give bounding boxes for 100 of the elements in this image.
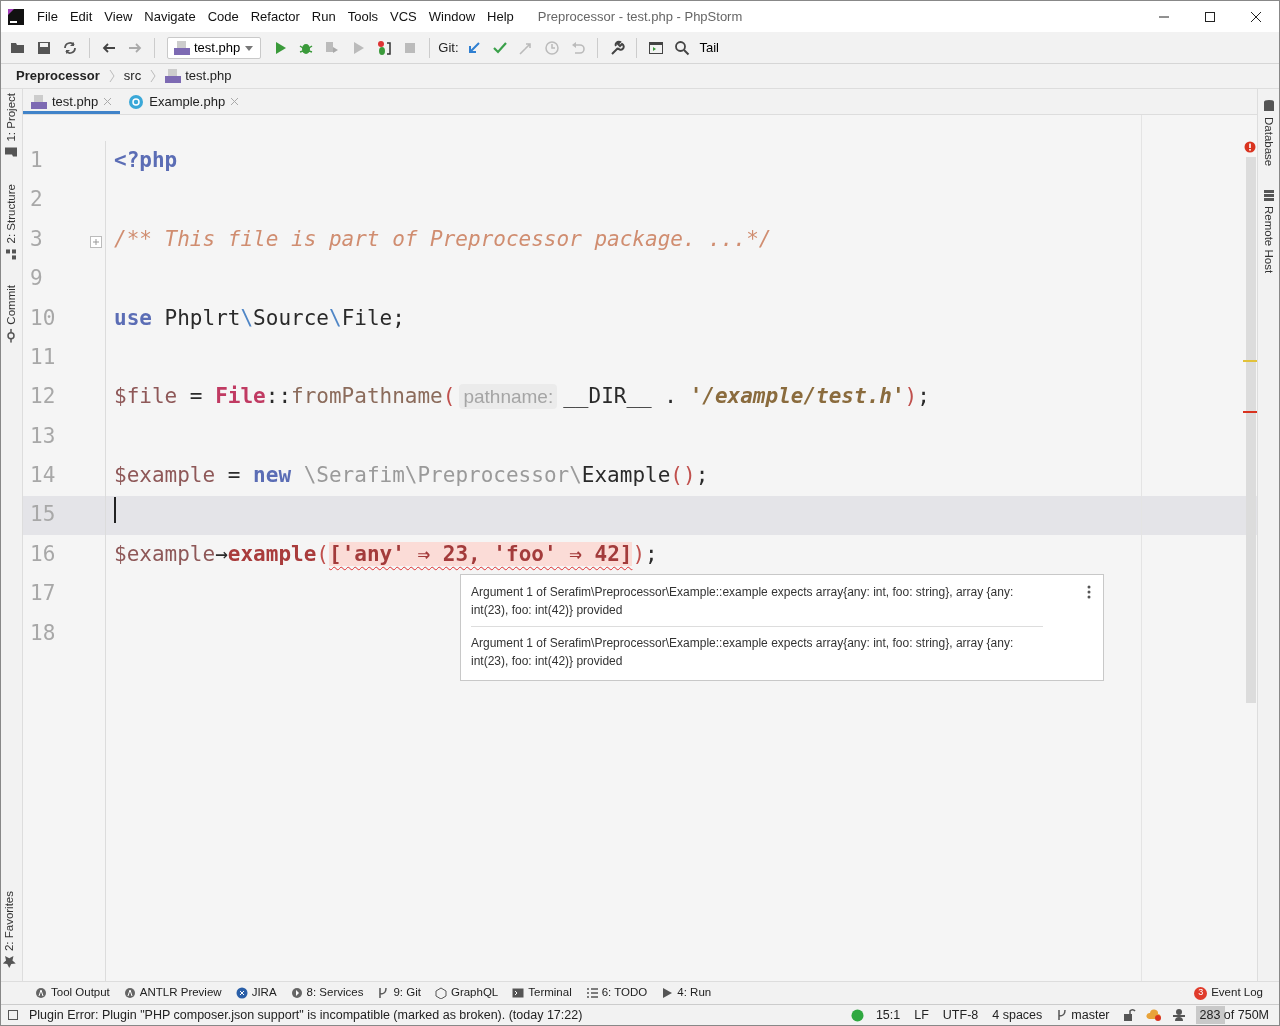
inspector-icon[interactable]: [1171, 1008, 1186, 1022]
structure-icon: [4, 247, 19, 262]
hexagon-icon: [434, 987, 447, 999]
breadcrumb[interactable]: Preprocessor: [13, 64, 103, 88]
git-label: Git:: [438, 38, 459, 57]
line-number: 9: [29, 265, 43, 293]
line-number: 16: [29, 540, 56, 568]
menu-item[interactable]: Run: [305, 6, 342, 27]
search-icon[interactable]: [673, 39, 690, 56]
cloud-icon[interactable]: [1145, 1008, 1162, 1022]
breadcrumb[interactable]: test.php: [162, 64, 235, 88]
notification-count: 3: [1194, 986, 1208, 1000]
unlock-icon[interactable]: [1121, 1008, 1136, 1022]
tool-window-tab[interactable]: 6: TODO: [585, 984, 648, 1002]
tool-window-tab[interactable]: 1: Project: [1, 89, 22, 164]
php-file-icon: [31, 93, 47, 110]
code-line: $example = new \Serafim\Preprocessor\Example();: [114, 463, 709, 488]
terminal-icon: [512, 987, 525, 999]
sync-icon[interactable]: [62, 39, 78, 56]
close-icon[interactable]: [230, 97, 240, 106]
status-message: Plugin Error: Plugin "PHP composer.json support" is incompatible (marked as broken). (today 17:22): [29, 1006, 584, 1024]
tooltip-message: Argument 1 of Serafim\Preprocessor\Example::example expects array{any: int, foo: string}, array {any: int(23), foo: int(42)} provided: [471, 626, 1043, 670]
line-separator[interactable]: LF: [912, 1005, 931, 1025]
menu-item[interactable]: VCS: [384, 6, 423, 27]
chevron-icon: [150, 69, 157, 83]
tool-window-tab[interactable]: GraphQL: [434, 984, 499, 1002]
error-marker[interactable]: [1243, 411, 1257, 413]
menu-item[interactable]: File: [31, 6, 64, 27]
tool-window-tab[interactable]: 4: Run: [661, 984, 712, 1002]
php-file-icon: [174, 39, 190, 56]
editor-tab[interactable]: test.php: [23, 89, 121, 114]
menu-item[interactable]: Window: [422, 6, 482, 27]
code-line: <?php: [114, 147, 178, 172]
tool-window-tab[interactable]: 8: Services: [290, 984, 364, 1002]
tool-window-tab[interactable]: Database: [1259, 95, 1278, 171]
menu-item[interactable]: Code: [201, 6, 245, 27]
tail-button[interactable]: Tail: [696, 35, 722, 60]
menu-item[interactable]: Help: [481, 6, 520, 27]
panel-toggle-icon[interactable]: [7, 1009, 19, 1021]
line-number: 17: [29, 580, 56, 608]
code-line: /** This file is part of Preprocessor package. ...*/: [114, 226, 772, 251]
line-number: 15: [29, 501, 56, 529]
tool-window-tab[interactable]: Tool Output: [35, 984, 110, 1002]
editor-tab[interactable]: Example.php: [120, 89, 248, 114]
code-line: $file = File::fromPathname( pathname: __DIR__ . '/example/test.h');: [114, 384, 930, 409]
line-number: 13: [29, 422, 56, 450]
services-icon: [290, 987, 303, 999]
indent-setting[interactable]: 4 spaces: [990, 1005, 1045, 1025]
warning-marker[interactable]: [1243, 360, 1257, 362]
tool-window-tab[interactable]: Remote Host: [1259, 184, 1278, 278]
attach-debugger-icon[interactable]: [376, 39, 393, 56]
caret-position[interactable]: 15:1: [873, 1005, 903, 1025]
line-number: 18: [29, 619, 56, 647]
code-line: use Phplrt\Source\File;: [114, 305, 405, 330]
more-options-icon[interactable]: [1087, 585, 1091, 599]
window-title: Preprocessor - test.php - PhpStorm: [537, 7, 744, 26]
tool-window-tab[interactable]: JIRA: [235, 984, 277, 1002]
class-icon: [128, 93, 145, 110]
tool-window-tab[interactable]: Terminal: [512, 984, 572, 1002]
line-number: 3: [29, 225, 43, 253]
error-icon[interactable]: [1244, 141, 1256, 153]
server-icon: [1261, 188, 1276, 203]
clock-icon[interactable]: [543, 39, 560, 56]
menu-item[interactable]: Edit: [63, 6, 99, 27]
star-icon: [2, 955, 17, 969]
line-number: 14: [29, 462, 56, 490]
event-log-tab[interactable]: 3 Event Log: [1194, 984, 1263, 1002]
database-icon: [1261, 99, 1276, 113]
letter-circle-icon: [35, 987, 47, 999]
menu-item[interactable]: Refactor: [244, 6, 306, 27]
tool-window-tab[interactable]: 2: Favorites: [1, 886, 19, 973]
run-configuration-dropdown[interactable]: test.php: [167, 36, 262, 59]
tool-window-tab[interactable]: 2: Structure: [1, 179, 22, 266]
status-indicator-icon: [850, 1008, 864, 1022]
save-icon[interactable]: [36, 39, 52, 56]
menu-item[interactable]: Tools: [341, 6, 385, 27]
tool-window-tab[interactable]: 9: Git: [377, 984, 421, 1002]
branch-icon: [1056, 1009, 1069, 1021]
menu-item[interactable]: View: [98, 6, 139, 27]
list-icon: [585, 987, 598, 999]
line-number: 10: [29, 304, 56, 332]
fold-icon[interactable]: [90, 235, 102, 248]
branch-icon: [377, 987, 390, 999]
php-file-icon: [165, 68, 182, 84]
window-icon[interactable]: [647, 39, 664, 56]
line-number: 1: [29, 146, 43, 174]
tool-window-tab[interactable]: ANTLR Preview: [123, 984, 222, 1002]
tool-window-tab[interactable]: Commit: [1, 281, 22, 347]
letter-circle-icon: [123, 987, 136, 999]
chevron-icon: [108, 69, 115, 83]
vcs-branch[interactable]: master: [1054, 1005, 1112, 1025]
line-number: 2: [29, 186, 43, 214]
file-encoding[interactable]: UTF-8: [940, 1005, 981, 1025]
close-icon[interactable]: [103, 97, 113, 106]
scrollbar[interactable]: [1246, 157, 1256, 703]
menu-item[interactable]: Navigate: [138, 6, 202, 27]
breadcrumb[interactable]: src: [120, 64, 145, 88]
tooltip-message: Argument 1 of Serafim\Preprocessor\Example::example expects array{any: int, foo: string}, array {any: int(23), foo: int(42)} provided: [471, 584, 1015, 619]
line-number: 11: [29, 343, 56, 371]
line-number: 12: [29, 383, 56, 411]
